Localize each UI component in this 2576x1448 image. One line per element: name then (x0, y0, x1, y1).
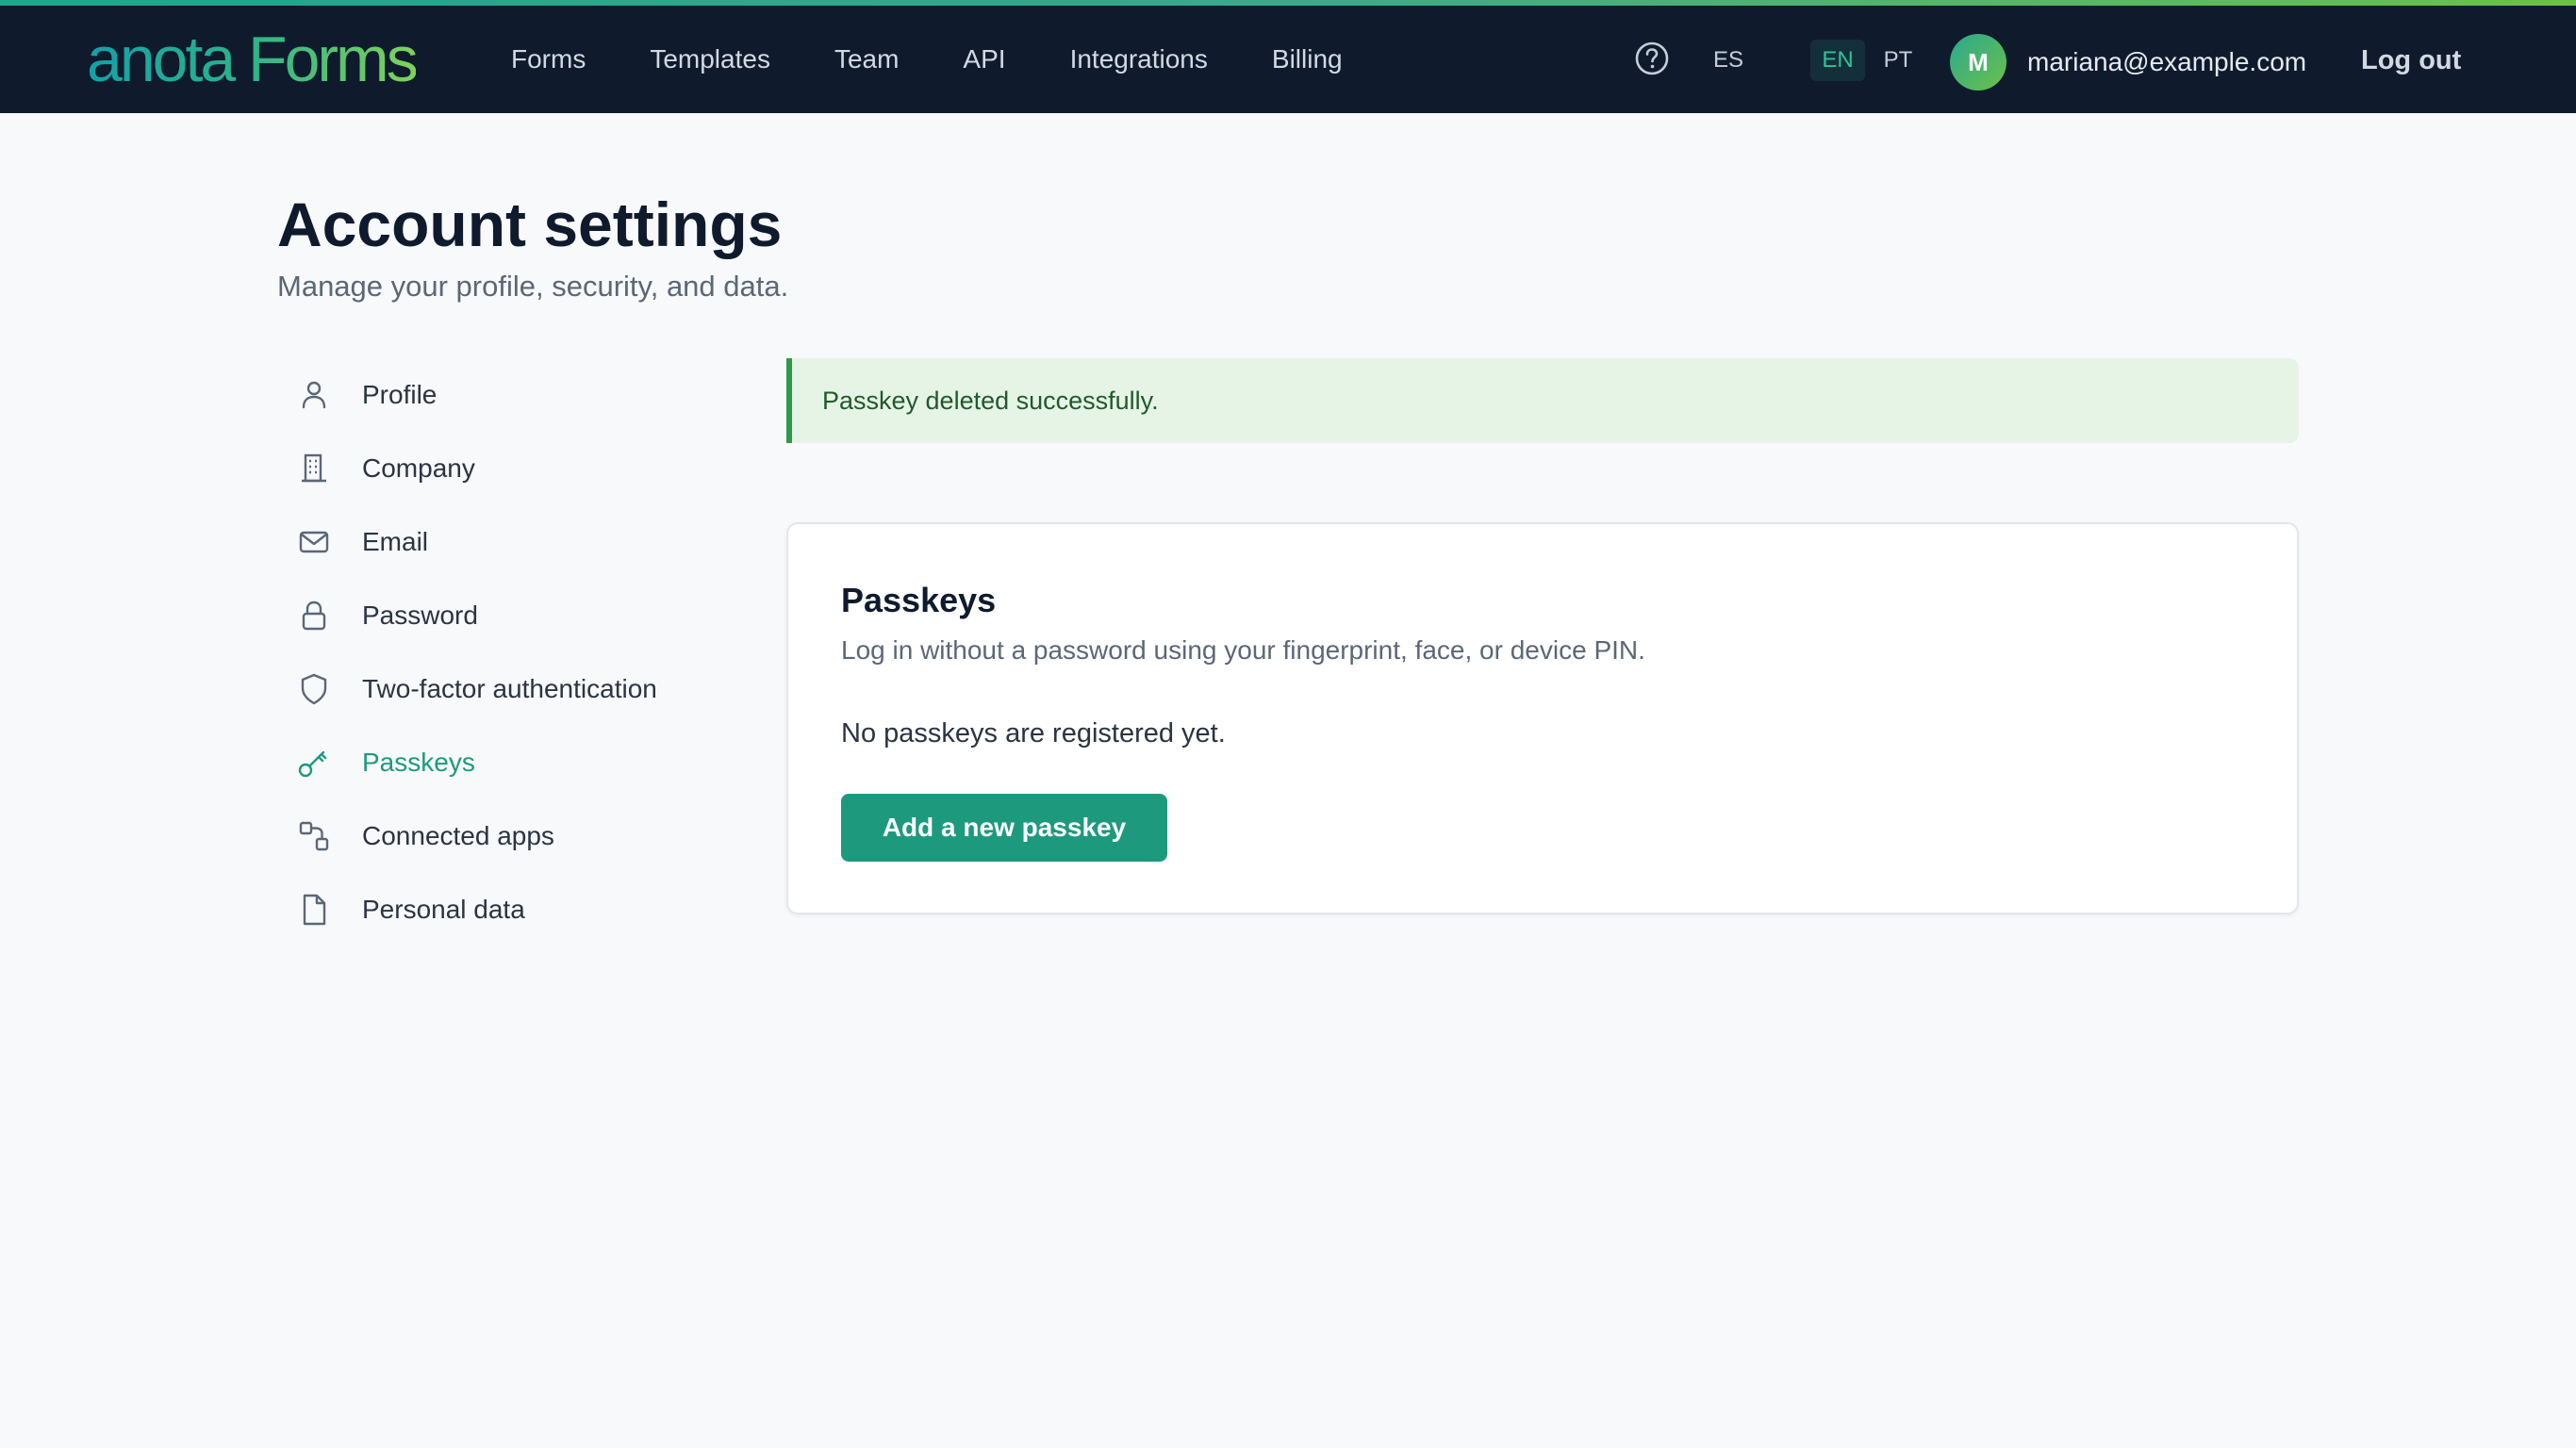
top-navigation-bar: anota Forms Forms Templates Team API Int… (0, 0, 2576, 113)
empty-state-message: No passkeys are registered yet. (841, 718, 1226, 749)
settings-sidebar: Profile Company Email Password Two-facto… (296, 358, 749, 946)
sidebar-item-label: Personal data (362, 895, 525, 924)
nav-item-templates[interactable]: Templates (650, 44, 770, 74)
main-nav: Forms Templates Team API Integrations Bi… (511, 6, 1407, 113)
language-pt[interactable]: PT (1876, 40, 1920, 81)
user-email[interactable]: mariana@example.com (2027, 47, 2306, 77)
sidebar-item-personal-data[interactable]: Personal data (296, 873, 749, 946)
sidebar-item-two-factor[interactable]: Two-factor authentication (296, 652, 749, 726)
sidebar-item-label: Email (362, 527, 429, 556)
question-circle-icon[interactable] (1633, 40, 1671, 77)
language-en[interactable]: EN (1810, 40, 1865, 81)
nav-item-billing[interactable]: Billing (1272, 44, 1343, 74)
sidebar-item-connected-apps[interactable]: Connected apps (296, 799, 749, 873)
shield-icon (301, 673, 327, 705)
sidebar-item-password[interactable]: Password (296, 579, 749, 652)
nav-item-integrations[interactable]: Integrations (1070, 44, 1208, 74)
language-es[interactable]: ES (1707, 40, 1750, 81)
avatar[interactable]: M (1950, 34, 2006, 90)
header-right-cluster: ES EN PT M mariana@example.com Log out (1633, 6, 2576, 113)
success-alert: Passkey deleted successfully. (786, 358, 2299, 443)
sidebar-item-label: Company (362, 453, 475, 483)
sidebar-item-profile[interactable]: Profile (296, 358, 749, 432)
sidebar-item-passkeys[interactable]: Passkeys (296, 726, 749, 799)
document-icon (303, 894, 326, 926)
lock-icon (302, 601, 326, 631)
connected-apps-icon (299, 821, 329, 851)
page-subtitle: Manage your profile, security, and data. (277, 270, 789, 303)
sidebar-item-label: Profile (362, 380, 438, 409)
logout-button[interactable]: Log out (2361, 45, 2461, 76)
section-description: Log in without a password using your fin… (841, 635, 1645, 665)
key-icon (298, 750, 327, 778)
brand-logo[interactable]: anota Forms (87, 26, 419, 92)
sidebar-item-label: Passkeys (362, 748, 475, 777)
page-title: Account settings (277, 189, 783, 259)
nav-item-forms[interactable]: Forms (511, 44, 586, 74)
nav-item-team[interactable]: Team (834, 44, 899, 74)
sidebar-item-label: Connected apps (362, 821, 554, 850)
add-passkey-button[interactable]: Add a new passkey (841, 794, 1167, 862)
sidebar-item-label: Two-factor authentication (362, 674, 657, 703)
building-icon (302, 453, 326, 483)
sidebar-item-label: Password (362, 601, 478, 630)
passkeys-card: Passkeys Log in without a password using… (786, 522, 2299, 914)
mail-icon (299, 531, 329, 553)
section-title: Passkeys (841, 581, 997, 619)
sidebar-item-company[interactable]: Company (296, 432, 749, 505)
sidebar-item-email[interactable]: Email (296, 505, 749, 579)
alert-message: Passkey deleted successfully. (822, 386, 1159, 415)
user-icon (302, 381, 326, 409)
nav-item-api[interactable]: API (963, 44, 1005, 74)
